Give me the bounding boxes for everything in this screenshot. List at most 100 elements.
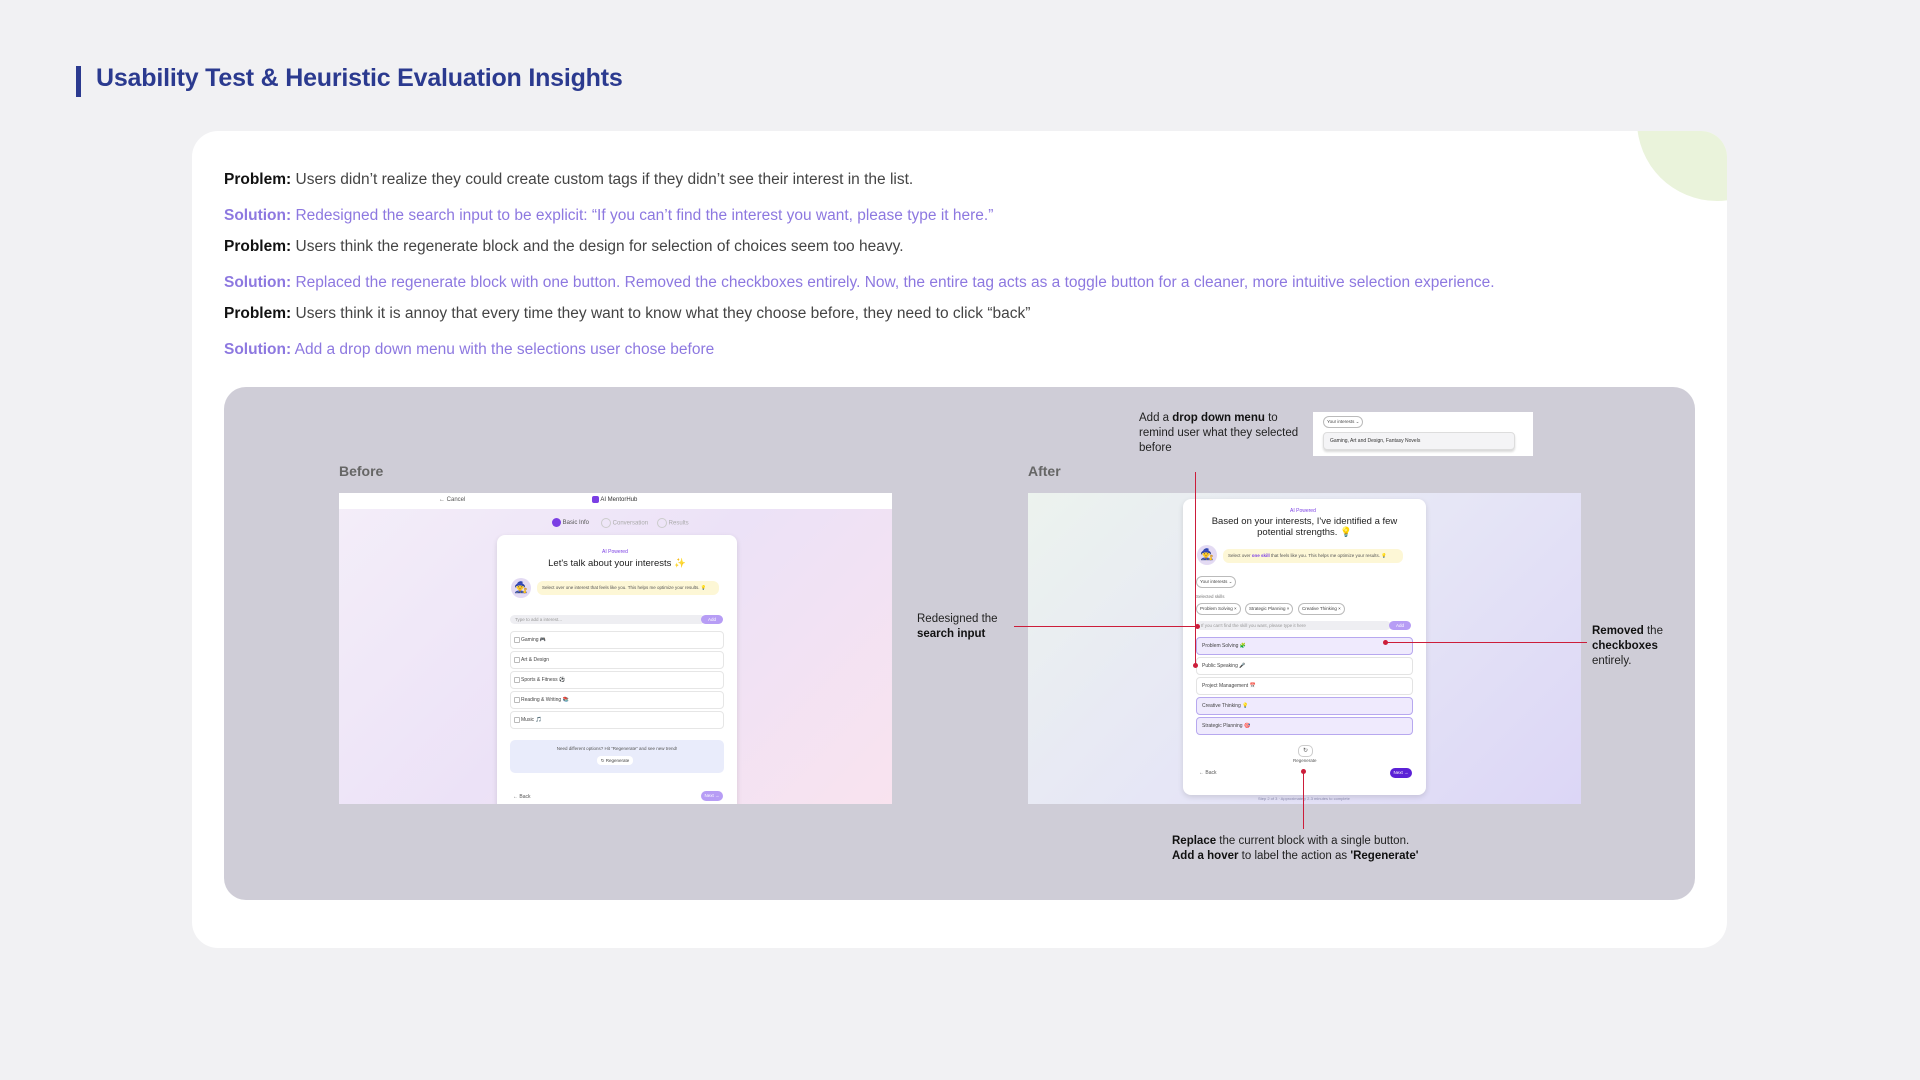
checkbox[interactable] [514,657,520,663]
option-item[interactable]: Music 🎵 [510,711,724,729]
step-3: Results [657,518,689,528]
before-panel: AI Powered Let's talk about your interes… [497,535,737,804]
regenerate-hint: Need different options? Hit “Regenerate”… [556,746,678,751]
annotation-bold: checkboxes [1592,640,1658,652]
back-link[interactable]: ← Back [1199,770,1217,776]
option-item[interactable]: Gaming 🎮 [510,631,724,649]
next-label: Next [704,793,714,798]
connector-dot [1193,663,1198,668]
interests-dropdown[interactable]: Your interests ⌄ [1196,576,1237,588]
problem-1: Problem: Users didn’t realize they could… [224,171,913,189]
content-card: Problem: Users didn’t realize they could… [192,131,1727,948]
showcase-panel: Before After ← Cancel AI MentorHub Basic… [224,387,1695,900]
panel-heading: Let's talk about your interests ✨ [548,558,686,569]
option-label: Art & Design [521,657,550,663]
option-item[interactable]: Sports & Fitness ⚽ [510,671,724,689]
regenerate-button[interactable]: ↻ Regenerate [597,756,633,765]
annotation-search: Redesigned the search input [917,612,1027,642]
skill-chip[interactable]: Problem Solving × [1196,603,1241,615]
hint-bubble: Select over one interest that feels like… [537,581,719,595]
checkbox[interactable] [514,677,520,683]
skill-toggle[interactable]: Creative Thinking 💡 [1196,697,1413,715]
regenerate-hover-label: Regenerate [1293,758,1317,763]
solution-label: Solution: [224,207,292,224]
annotation-regenerate: Replace the current block with a single … [1172,834,1472,864]
cancel-link[interactable]: ← Cancel [439,497,465,503]
add-button[interactable]: Add [1389,621,1411,630]
title-accent-bar [76,66,81,97]
step-dot-active [552,518,561,527]
annotation-text: Redesigned the [917,613,998,625]
next-label: Next [1393,770,1403,775]
bubble-text: Select over [1228,553,1252,558]
skill-toggle[interactable]: Strategic Planning 🎯 [1196,717,1413,735]
hint-bubble: Select over one skill that feels like yo… [1223,549,1403,563]
skill-chip[interactable]: Creative Thinking × [1298,603,1345,615]
option-label: Sports & Fitness ⚽ [521,677,566,683]
regenerate-icon-button[interactable]: ↻ [1298,745,1313,757]
step-dot [657,518,667,528]
back-label: Back [519,794,531,800]
solution-label: Solution: [224,341,292,358]
annotation-bold: Replace [1172,835,1217,847]
chevron-down-icon: ⌄ [1355,419,1360,424]
interests-label: Your interests [1327,419,1355,424]
interests-dropdown[interactable]: Your interests ⌄ [1323,416,1364,428]
interests-value-field: Gaming, Art and Design, Fantasy Novels [1323,432,1515,450]
solution-1: Solution: Redesigned the search input to… [224,207,993,225]
ai-powered-tag: AI Powered [602,549,628,555]
annotation-bold: search input [917,628,986,640]
annotation-bold: 'Regenerate' [1350,850,1419,862]
solution-label: Solution: [224,274,292,291]
skill-toggle[interactable]: Problem Solving 🧩 [1196,637,1413,655]
step-label: Basic Info [562,520,590,527]
checkbox[interactable] [514,697,520,703]
option-item[interactable]: Reading & Writing 📚 [510,691,724,709]
after-screenshot: AI Powered Based on your interests, I've… [1028,493,1581,804]
before-label: Before [339,463,384,479]
annotation-dropdown: Add a drop down menu to remind user what… [1139,411,1299,456]
annotation-text: the [1643,625,1663,637]
connector-line [1303,771,1304,829]
problem-label: Problem: [224,171,292,188]
connector-dot [1195,624,1200,629]
solution-3: Solution: Add a drop down menu with the … [224,341,714,359]
search-input[interactable]: Type to add a interest... [510,615,705,624]
option-item[interactable]: Art & Design [510,651,724,669]
after-label: After [1028,463,1061,479]
search-input[interactable]: If you can't find the skill you want, pl… [1196,621,1391,630]
back-link[interactable]: ← Back [513,794,531,800]
bubble-text: that feels like you. This helps me optim… [1269,553,1387,558]
annotation-checkbox: Removed the checkboxes entirely. [1592,624,1682,669]
panel-heading: Based on your interests, I've identified… [1211,516,1398,538]
checkbox[interactable] [514,637,520,643]
connector-dot [1301,769,1306,774]
refresh-icon: ↻ [600,758,605,763]
bubble-emphasis: one skill [1251,553,1270,558]
before-screenshot: ← Cancel AI MentorHub Basic Info Convers… [339,493,892,804]
logo-icon [592,496,599,503]
skill-toggle[interactable]: Public Speaking 🎤 [1196,657,1413,675]
skill-toggle[interactable]: Project Management 📅 [1196,677,1413,695]
avatar: 🧙 [1197,545,1217,565]
problem-label: Problem: [224,238,292,255]
avatar: 🧙 [511,578,531,598]
refresh-icon: ↻ [1302,748,1309,754]
next-button[interactable]: Next → [701,791,723,801]
checkbox[interactable] [514,717,520,723]
skill-chip[interactable]: Strategic Planning × [1245,603,1294,615]
dropdown-preview: Your interests ⌄ Gaming, Art and Design,… [1313,412,1533,456]
add-button[interactable]: Add [701,615,723,624]
chevron-down-icon: ⌄ [1228,579,1233,584]
annotation-bold: drop down menu [1172,412,1265,424]
problem-3: Problem: Users think it is annoy that ev… [224,305,1030,323]
next-button[interactable]: Next → [1390,768,1412,778]
option-label: Reading & Writing 📚 [521,697,569,703]
ai-powered-tag: AI Powered [1290,508,1316,514]
problem-text: Users didn’t realize they could create c… [295,171,914,188]
connector-line [1386,642,1587,643]
connector-line [1014,626,1197,627]
option-label: Music 🎵 [521,717,542,723]
step-1: Basic Info [552,518,589,527]
step-dot [601,518,611,528]
